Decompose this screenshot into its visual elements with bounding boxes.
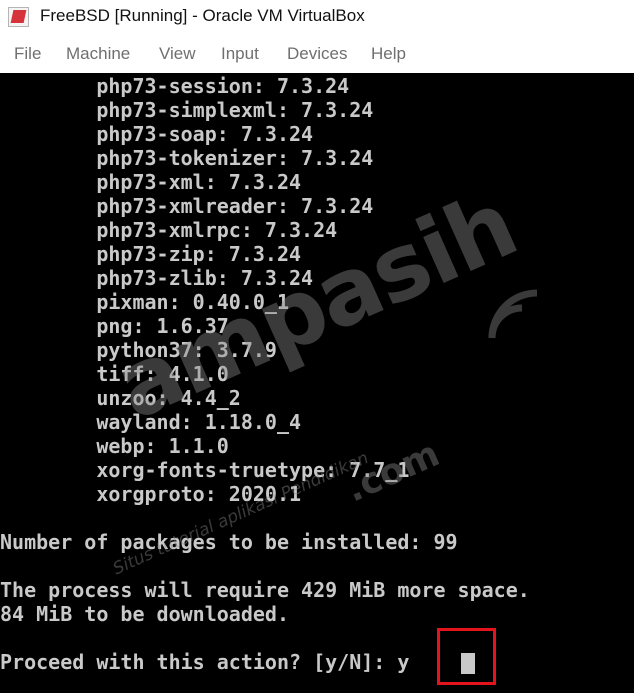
console-line-download-size: 84 MiB to be downloaded.: [0, 602, 289, 626]
console-line: pixman: 0.40.0_1: [0, 290, 289, 314]
console-line: php73-xml: 7.3.24: [0, 170, 302, 194]
menu-view[interactable]: View: [159, 44, 196, 64]
vm-console-screen[interactable]: php73-session: 7.3.24 php73-simplexml: 7…: [0, 73, 634, 693]
menu-input[interactable]: Input: [221, 44, 259, 64]
console-line: php73-session: 7.3.24: [0, 74, 350, 98]
menu-bar: File Machine View Input Devices Help: [0, 34, 634, 73]
console-line: xorgproto: 2020.1: [0, 482, 302, 506]
menu-machine[interactable]: Machine: [66, 44, 130, 64]
console-line: python37: 3.7.9: [0, 338, 277, 362]
console-line: php73-xmlreader: 7.3.24: [0, 194, 374, 218]
console-prompt-line[interactable]: Proceed with this action? [y/N]: y: [0, 650, 409, 674]
console-line: php73-zlib: 7.3.24: [0, 266, 314, 290]
console-line: php73-tokenizer: 7.3.24: [0, 146, 374, 170]
console-line: php73-xmlrpc: 7.3.24: [0, 218, 338, 242]
console-line-space-required: The process will require 429 MiB more sp…: [0, 578, 530, 602]
console-line: php73-zip: 7.3.24: [0, 242, 302, 266]
console-line: webp: 1.1.0: [0, 434, 229, 458]
console-line: unzoo: 4.4_2: [0, 386, 241, 410]
menu-file[interactable]: File: [14, 44, 41, 64]
console-line: php73-simplexml: 7.3.24: [0, 98, 374, 122]
console-line: xorg-fonts-truetype: 7.7_1: [0, 458, 410, 482]
menu-help[interactable]: Help: [371, 44, 406, 64]
virtualbox-logo-icon: [8, 7, 29, 27]
menu-devices[interactable]: Devices: [287, 44, 347, 64]
console-line-package-count: Number of packages to be installed: 99: [0, 530, 458, 554]
console-line: tiff: 4.1.0: [0, 362, 229, 386]
console-line: php73-soap: 7.3.24: [0, 122, 314, 146]
console-line: png: 1.6.37: [0, 314, 229, 338]
console-line: wayland: 1.18.0_4: [0, 410, 302, 434]
wifi-waves-icon: [488, 289, 538, 339]
window-title: FreeBSD [Running] - Oracle VM VirtualBox: [40, 6, 365, 25]
input-highlight-box: [437, 628, 496, 685]
window-titlebar: FreeBSD [Running] - Oracle VM VirtualBox: [0, 0, 634, 34]
